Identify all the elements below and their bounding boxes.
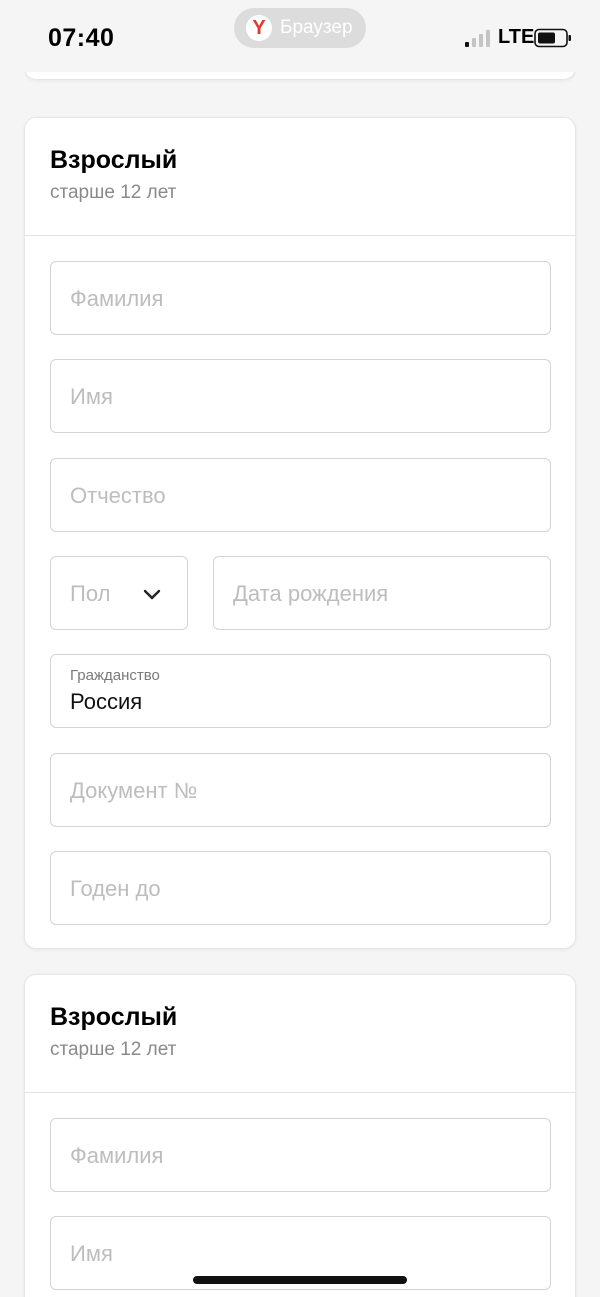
citizenship-value: Россия <box>70 689 143 714</box>
gender-placeholder: Пол <box>70 581 111 606</box>
middle-name-field[interactable]: Отчество <box>50 458 551 532</box>
status-bar: 07:40 Y Браузер LTE <box>0 0 600 72</box>
battery-icon <box>534 28 571 48</box>
home-indicator[interactable] <box>193 1276 407 1284</box>
document-number-field[interactable]: Документ № <box>50 753 551 827</box>
card-divider <box>25 235 575 236</box>
citizenship-label: Гражданство <box>70 667 160 684</box>
signal-strength-icon <box>465 30 490 47</box>
passenger-type-title: Взрослый <box>50 1003 178 1031</box>
first-name-field[interactable]: Имя <box>50 359 551 433</box>
first-name-placeholder: Имя <box>70 1241 113 1266</box>
middle-name-placeholder: Отчество <box>70 483 166 508</box>
valid-until-field[interactable]: Годен до <box>50 851 551 925</box>
card-divider <box>25 1092 575 1093</box>
birth-date-field[interactable]: Дата рождения <box>213 556 551 630</box>
valid-until-placeholder: Годен до <box>70 876 161 901</box>
document-number-placeholder: Документ № <box>70 778 198 803</box>
browser-return-pill[interactable]: Y Браузер <box>234 8 366 48</box>
status-time: 07:40 <box>48 24 115 52</box>
last-name-field[interactable]: Фамилия <box>50 261 551 335</box>
last-name-field[interactable]: Фамилия <box>50 1118 551 1192</box>
chevron-down-icon <box>143 589 161 600</box>
network-type: LTE <box>498 26 535 48</box>
first-name-placeholder: Имя <box>70 384 113 409</box>
passenger-card: Взрослый старше 12 лет Фамилия Имя Отчес… <box>24 117 576 949</box>
last-name-placeholder: Фамилия <box>70 286 164 311</box>
gender-select[interactable]: Пол <box>50 556 188 630</box>
birth-date-placeholder: Дата рождения <box>233 581 389 606</box>
last-name-placeholder: Фамилия <box>70 1143 164 1168</box>
yandex-logo-letter: Y <box>252 17 266 39</box>
passenger-age-subtitle: старше 12 лет <box>50 1039 177 1060</box>
browser-label: Браузер <box>280 17 353 38</box>
yandex-logo-icon: Y <box>246 15 272 41</box>
passenger-age-subtitle: старше 12 лет <box>50 182 177 203</box>
citizenship-field[interactable]: Гражданство Россия <box>50 654 551 728</box>
passenger-card: Взрослый старше 12 лет Фамилия Имя <box>24 974 576 1297</box>
passenger-type-title: Взрослый <box>50 146 178 174</box>
